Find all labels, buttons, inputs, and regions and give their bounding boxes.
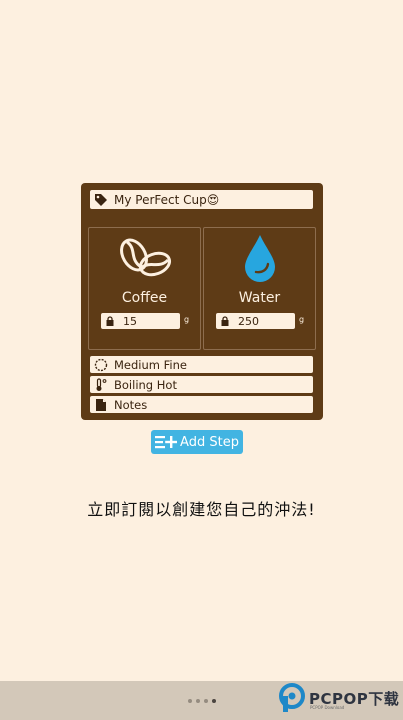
water-label: Water [238, 290, 281, 306]
tag-icon [94, 193, 108, 207]
add-step-label: Add Step [180, 434, 239, 450]
coffee-amount-value: 15 [123, 314, 137, 328]
water-unit: g [299, 315, 305, 324]
add-step-button[interactable]: Add Step [151, 430, 243, 454]
coffee-panel[interactable]: Coffee 15 g [88, 227, 201, 350]
page-dot[interactable] [204, 699, 208, 703]
notes-text: Notes [114, 397, 148, 412]
coffee-beans-icon [89, 234, 200, 284]
weight-icon [220, 316, 230, 326]
ingredient-panels: Coffee 15 g Water 250 g [88, 227, 316, 350]
water-amount-value: 250 [238, 314, 259, 328]
add-list-icon [155, 435, 178, 449]
notes-option[interactable]: Notes [90, 396, 313, 413]
recipe-name-text: My PerFect Cup😍 [114, 192, 220, 207]
subscribe-prompt: 立即訂閱以創建您自己的沖法! [87, 500, 316, 519]
note-icon [94, 398, 108, 412]
page-dot[interactable] [188, 699, 192, 703]
coffee-amount-input[interactable]: 15 [101, 313, 180, 329]
grind-dial-icon [94, 358, 108, 372]
page-indicator [188, 699, 220, 703]
temperature-option[interactable]: Boiling Hot [90, 376, 313, 393]
coffee-label: Coffee [121, 290, 168, 306]
coffee-unit: g [184, 315, 190, 324]
recipe-card: My PerFect Cup😍 Coffee 15 g Water 250 g … [81, 183, 323, 420]
recipe-name-field[interactable]: My PerFect Cup😍 [90, 190, 313, 209]
water-panel[interactable]: Water 250 g [203, 227, 316, 350]
bottom-navigation-bar: PCPOP下载 PCPOP Download [0, 681, 403, 720]
page-dot-active[interactable] [212, 699, 216, 703]
pcpop-logo-subtext: PCPOP Download [310, 705, 345, 710]
weight-icon [105, 316, 115, 326]
page-dot[interactable] [196, 699, 200, 703]
water-amount-input[interactable]: 250 [216, 313, 295, 329]
thermometer-icon [94, 377, 108, 392]
grind-size-text: Medium Fine [114, 357, 187, 372]
temperature-text: Boiling Hot [114, 377, 177, 392]
water-drop-icon [204, 234, 315, 284]
pcpop-logo-icon [279, 683, 305, 712]
pcpop-watermark: PCPOP下载 PCPOP Download [278, 683, 399, 713]
grind-size-option[interactable]: Medium Fine [90, 356, 313, 373]
